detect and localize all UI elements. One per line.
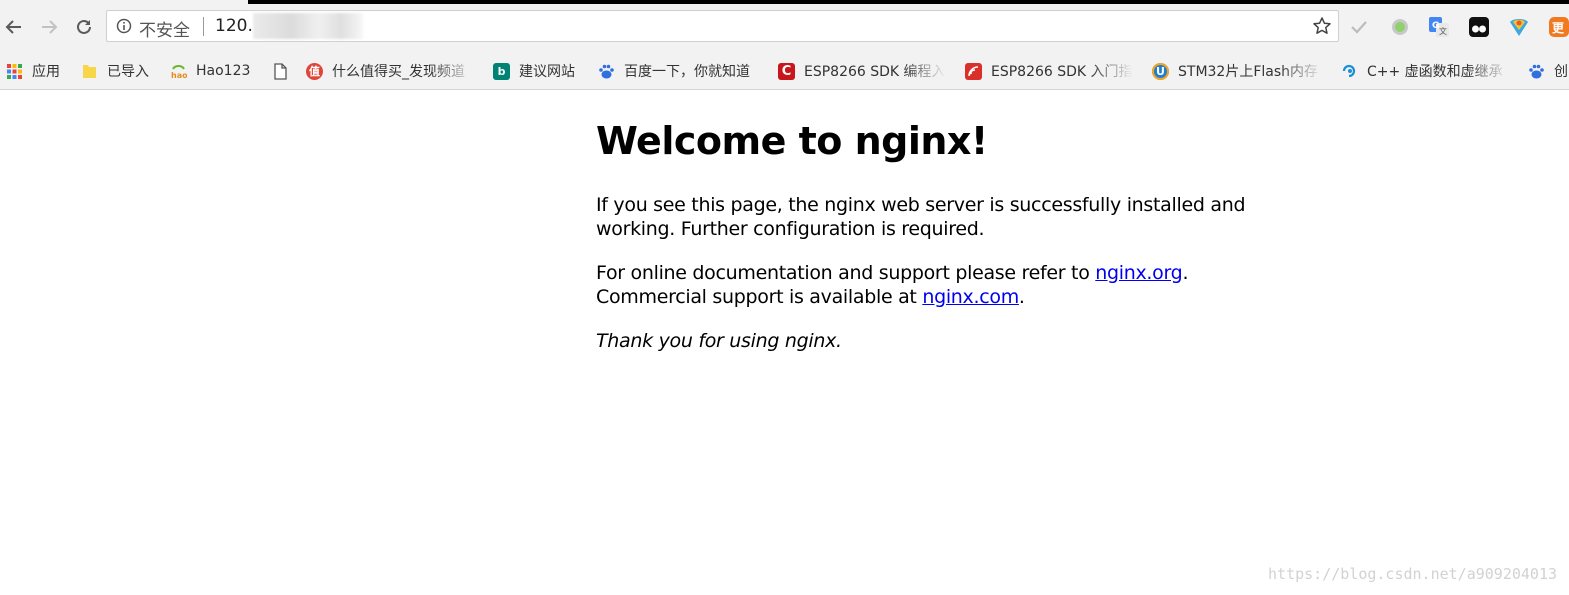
back-button[interactable] (1, 14, 27, 40)
bookmark-label: 百度一下，你就知道 (624, 64, 750, 80)
address-bar[interactable]: 不安全 120. (106, 10, 1339, 42)
bookmark-star-icon[interactable] (1312, 16, 1332, 36)
bookmark-esp8266-sdk-intro[interactable]: ESP8266 SDK 入门指 (965, 58, 1133, 84)
bookmark-imported-folder[interactable]: 已导入 (81, 58, 149, 84)
bookmark-label: 创 (1554, 64, 1568, 80)
bookmark-label: C++ 虚函数和虚继承 (1367, 64, 1503, 80)
bookmark-smzdm[interactable]: 值 什么值得买_发现频道 (306, 58, 475, 84)
security-label[interactable]: 不安全 (139, 16, 190, 41)
bookmark-esp8266-sdk-programming[interactable]: C ESP8266 SDK 编程入 (778, 58, 946, 84)
browser-toolbar: 不安全 120. G 文 更 (0, 0, 1569, 54)
url-text[interactable]: 120. (215, 16, 253, 36)
docs-line: For online documentation and support ple… (596, 261, 1188, 285)
bookmark-page[interactable] (272, 58, 298, 84)
tampermonkey-icon[interactable] (1468, 16, 1490, 38)
checkmark-extension-icon[interactable] (1348, 16, 1370, 38)
svg-text:更: 更 (1552, 21, 1565, 35)
watermark: https://blog.csdn.net/a909204013 (1268, 565, 1557, 583)
docs-period: . (1182, 262, 1189, 284)
csdn-icon: C (778, 62, 795, 80)
hao123-icon: hao (170, 63, 187, 80)
thanks-text: Thank you for using nginx. (596, 330, 842, 352)
info-icon[interactable] (116, 18, 132, 34)
smzdm-icon: 值 (306, 62, 323, 80)
espressif-icon (965, 62, 982, 80)
bookmark-label: ESP8266 SDK 编程入 (804, 64, 946, 80)
bookmark-baidu-create[interactable]: 创 (1528, 58, 1568, 84)
svg-text:hao: hao (171, 71, 187, 80)
bookmark-stm32-flash[interactable]: U STM32片上Flash内存 (1152, 58, 1323, 84)
back-arrow-icon (5, 20, 21, 34)
redacted-url-blur (253, 13, 363, 39)
bookmark-label: Hao123 (196, 63, 251, 79)
address-separator (203, 17, 204, 36)
orange-extension-icon[interactable]: 更 (1548, 16, 1569, 38)
bookmark-hao123[interactable]: hao Hao123 (170, 58, 250, 84)
colorful-extension-icon[interactable] (1508, 16, 1530, 38)
bookmark-label: 应用 (32, 64, 60, 80)
folder-icon (81, 63, 98, 80)
bing-icon: b (493, 62, 510, 80)
google-translate-icon[interactable]: G 文 (1428, 16, 1450, 38)
intro-line-1: If you see this page, the nginx web serv… (596, 194, 1246, 216)
baidu-paw-icon (598, 63, 615, 80)
bookmark-label: 建议网站 (519, 64, 575, 80)
apps-grid-icon (6, 63, 23, 80)
reload-icon (77, 19, 91, 34)
commercial-text: Commercial support is available at (596, 286, 923, 308)
forward-arrow-icon (42, 20, 58, 34)
intro-line-2: working. Further configuration is requir… (596, 218, 985, 240)
commercial-line: Commercial support is available at nginx… (596, 285, 1025, 309)
swirl-icon (1341, 63, 1358, 80)
page-icon (272, 62, 289, 80)
window-top-border (248, 0, 1569, 4)
bookmark-label: 已导入 (107, 64, 149, 80)
bookmarks-bar: 应用 已导入 hao Hao123 值 什么值得买_发现频道 b 建议网站 百度… (0, 54, 1569, 90)
bookmark-suggested-sites[interactable]: b 建议网站 (493, 58, 575, 84)
commercial-period: . (1018, 286, 1025, 308)
nginx-org-link[interactable]: nginx.org (1095, 262, 1182, 284)
bookmark-label: 什么值得买_发现频道 (332, 64, 465, 80)
bookmark-label: STM32片上Flash内存 (1178, 64, 1319, 80)
green-dot-extension-icon[interactable] (1389, 16, 1411, 38)
blog-icon: U (1152, 62, 1169, 80)
nginx-com-link[interactable]: nginx.com (922, 286, 1019, 308)
bookmark-label: ESP8266 SDK 入门指 (991, 64, 1133, 80)
forward-button[interactable] (36, 14, 62, 40)
page-title: Welcome to nginx! (596, 119, 988, 163)
thanks-line: Thank you for using nginx. (596, 329, 842, 353)
bookmark-baidu[interactable]: 百度一下，你就知道 (598, 58, 750, 84)
svg-text:文: 文 (1439, 26, 1447, 36)
bookmark-apps[interactable]: 应用 (6, 58, 60, 84)
baidu-paw-icon (1528, 63, 1545, 80)
docs-text: For online documentation and support ple… (596, 262, 1096, 284)
bookmark-cpp-virtual[interactable]: C++ 虚函数和虚继承 (1341, 58, 1509, 84)
reload-button[interactable] (71, 14, 97, 40)
